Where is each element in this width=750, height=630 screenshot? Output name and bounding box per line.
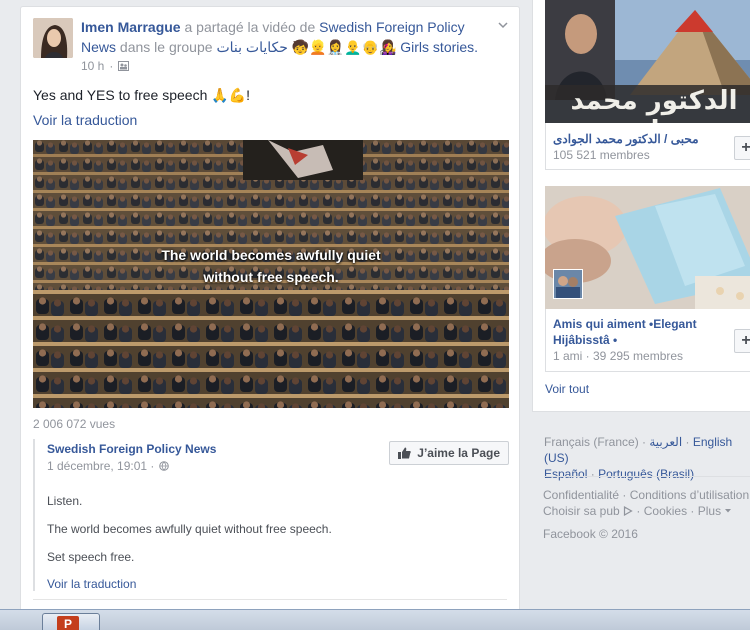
video-caption-line2: without free speech.	[203, 269, 339, 285]
video-player[interactable]: The world becomes awfully quiet without …	[33, 140, 509, 408]
post-message: Yes and YES to free speech 🙏💪!	[33, 87, 250, 103]
view-count: 2 006 072 vues	[33, 417, 116, 431]
group-link-arabic[interactable]: حكايات بنات	[216, 39, 287, 55]
page-link[interactable]: Swedish Foreign Policy	[319, 19, 465, 35]
group-1-cover[interactable]: الدكتور محمد جوادي	[545, 0, 750, 123]
globe-icon	[159, 461, 170, 471]
avatar-image	[33, 18, 73, 58]
group-emojis: 🧒👱👩‍⚕️👨‍🦲👴👩‍🎤	[291, 39, 397, 55]
shared-page-name[interactable]: Swedish Foreign Policy News	[47, 442, 216, 456]
copyright: Facebook © 2016	[543, 527, 638, 541]
group-1-cover-text: الدكتور محمد جوادي	[570, 86, 738, 123]
shared-post: Swedish Foreign Policy News 1 décembre, …	[33, 439, 509, 591]
powerpoint-icon: P	[57, 616, 79, 630]
language-selector: Français (France) · العربية · English (U…	[544, 435, 733, 481]
cookies-link[interactable]: Cookies	[644, 504, 687, 518]
group-audience-icon	[118, 61, 130, 71]
group-2-join-button[interactable]: +	[734, 329, 750, 353]
footer-links: Confidentialité · Conditions d’utilisati…	[543, 488, 750, 518]
group-2-name[interactable]: Amis qui aiment •Elegant Hijâbisstâ •	[553, 316, 723, 348]
footer-divider	[544, 476, 750, 477]
current-language: Français (France) ·	[544, 435, 647, 449]
language-portuguese[interactable]: Português (Brasil)	[598, 467, 694, 481]
ad-choices-icon[interactable]	[623, 505, 633, 517]
feed-post: Imen Marrague a partagé la vidéo de Swed…	[20, 6, 520, 618]
ad-choices-link[interactable]: Choisir sa pub	[543, 504, 620, 518]
caret-down-icon[interactable]	[724, 508, 732, 514]
shared-text-line-1: Listen.	[47, 494, 83, 508]
taskbar-powerpoint-button[interactable]: P	[42, 613, 100, 630]
author-name-link[interactable]: Imen Marrague	[81, 19, 181, 35]
windows-taskbar: P	[0, 609, 750, 630]
shared-post-date: 1 décembre, 19:01 ·	[47, 459, 170, 473]
shared-verb: a partagé la vidéo de	[184, 19, 316, 35]
shared-text-line-2: The world becomes awfully quiet without …	[47, 522, 332, 536]
page-link-cont[interactable]: News	[81, 39, 116, 55]
thumbs-up-icon	[398, 447, 412, 459]
video-caption: The world becomes awfully quiet without …	[33, 244, 509, 288]
shared-see-translation-link[interactable]: Voir la traduction	[47, 577, 136, 591]
privacy-link[interactable]: Confidentialité	[543, 488, 619, 502]
group-2-members: 1 ami · 39 295 membres	[553, 349, 684, 363]
group-1-join-button[interactable]: +	[734, 136, 750, 160]
post-time[interactable]: 10 h	[81, 59, 104, 73]
group-link-suffix[interactable]: Girls stories.	[400, 39, 478, 55]
language-arabic[interactable]: العربية	[649, 435, 682, 449]
in-group-text: dans le groupe	[119, 39, 213, 55]
video-caption-line1: The world becomes awfully quiet	[161, 247, 381, 263]
group-2-member-avatar	[553, 269, 583, 299]
like-page-label: J’aime la Page	[417, 446, 500, 460]
see-translation-link[interactable]: Voir la traduction	[33, 112, 137, 128]
terms-link[interactable]: Conditions d’utilisation	[630, 488, 749, 502]
language-spanish[interactable]: Español	[544, 467, 587, 481]
group-2-cover[interactable]	[545, 186, 750, 309]
post-header: Imen Marrague a partagé la vidéo de Swed…	[81, 17, 501, 57]
like-page-button[interactable]: J’aime la Page	[389, 441, 509, 465]
shared-text-line-3: Set speech free.	[47, 550, 135, 564]
post-divider	[33, 599, 507, 600]
group-1-name[interactable]: محبى / الدكتور محمد الجوادى	[553, 131, 699, 147]
more-link[interactable]: Plus	[698, 504, 721, 518]
suggested-groups-panel: الدكتور محمد جوادي محبى / الدكتور محمد ا…	[532, 0, 750, 412]
group-1-members: 105 521 membres	[553, 148, 650, 162]
shared-date-text[interactable]: 1 décembre, 19:01 ·	[47, 459, 154, 473]
chevron-down-icon[interactable]	[497, 19, 509, 31]
author-avatar[interactable]	[33, 18, 73, 58]
see-all-link[interactable]: Voir tout	[545, 382, 589, 396]
post-meta: 10 h ·	[81, 59, 130, 73]
